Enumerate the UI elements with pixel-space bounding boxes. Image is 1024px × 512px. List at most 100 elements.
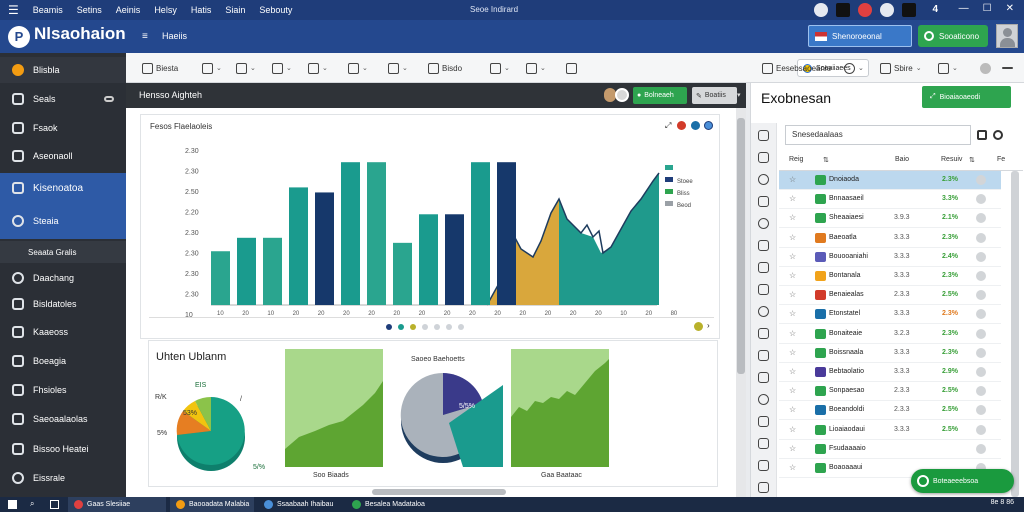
- horizontal-scrollbar[interactable]: [372, 489, 506, 495]
- toolbar-dropdown[interactable]: ⌄: [202, 59, 222, 77]
- toolbar-dropdown[interactable]: ⌄: [526, 59, 546, 77]
- notification-icon[interactable]: [858, 3, 872, 17]
- floating-action-button[interactable]: Boteaeeebsoa: [911, 469, 1014, 493]
- row-toggle[interactable]: [976, 290, 986, 301]
- task-view-icon[interactable]: [50, 500, 59, 509]
- toolbar-button[interactable]: [980, 59, 991, 77]
- scrollbar-thumb[interactable]: [737, 118, 745, 374]
- close-icon[interactable]: ✕: [1006, 3, 1014, 14]
- column-header[interactable]: Fe: [997, 156, 1005, 163]
- calendar-icon[interactable]: [758, 328, 769, 339]
- maximize-icon[interactable]: ☐: [983, 3, 992, 14]
- column-header[interactable]: Resuiv: [941, 156, 962, 163]
- search-icon[interactable]: [993, 130, 1003, 140]
- clock-icon[interactable]: [758, 174, 769, 185]
- sidebar-item-fsaok[interactable]: Fsaok: [0, 116, 126, 140]
- toolbar-button[interactable]: [1002, 59, 1013, 77]
- row-toggle[interactable]: [976, 405, 986, 416]
- grey-action-button[interactable]: ✎ Boatiis: [692, 87, 737, 104]
- star-icon[interactable]: ☆: [789, 213, 796, 222]
- star-icon[interactable]: ☆: [789, 271, 796, 280]
- column-header[interactable]: Reig: [789, 156, 803, 163]
- menu-item[interactable]: Hatis: [191, 5, 212, 15]
- tag-icon[interactable]: [758, 350, 769, 361]
- star-icon[interactable]: ☆: [789, 386, 796, 395]
- row-toggle[interactable]: [976, 367, 986, 377]
- chevron-down-icon[interactable]: ▾: [737, 91, 741, 99]
- toolbar-dropdown[interactable]: ⌄: [272, 59, 292, 77]
- menu-item[interactable]: Beamis: [33, 5, 63, 15]
- row-toggle[interactable]: [976, 213, 986, 224]
- hamburger-icon[interactable]: ☰: [8, 3, 19, 17]
- table-row[interactable]: ☆ Bontanala 3.3.3 2.3%: [779, 267, 1001, 286]
- sidebar-item-boeagia[interactable]: Boeagia: [0, 349, 126, 373]
- sidebar-item-aseonaoll[interactable]: Aseonaoll: [0, 144, 126, 168]
- toolbar-button[interactable]: Bisdo: [428, 59, 462, 77]
- carousel-dot[interactable]: [398, 324, 404, 330]
- taskbar-item[interactable]: Baooadata Malabia: [170, 497, 254, 512]
- star-icon[interactable]: ☆: [789, 329, 796, 338]
- folder-icon[interactable]: [758, 262, 769, 273]
- row-toggle[interactable]: [976, 271, 986, 281]
- toolbar-dropdown[interactable]: ⌄: [236, 59, 256, 77]
- sidebar-item-steaia[interactable]: Steaia: [0, 203, 126, 239]
- carousel-dots[interactable]: [386, 324, 464, 330]
- grid-icon[interactable]: [758, 152, 769, 163]
- table-row[interactable]: ☆ Etonstatel 3.3.3 2.3%: [779, 305, 1001, 325]
- settings-icon[interactable]: [758, 438, 769, 449]
- row-toggle[interactable]: [976, 386, 986, 397]
- toolbar-dropdown[interactable]: Sbire ⌄: [880, 59, 922, 77]
- toolbar-dropdown[interactable]: ⌄: [308, 59, 328, 77]
- status-icon[interactable]: [694, 322, 703, 331]
- sidebar-item-seals[interactable]: Seals: [0, 87, 126, 111]
- action-button[interactable]: Sooaticono: [918, 25, 988, 47]
- sidebar-item-bisldatoles[interactable]: Bisldatoles: [0, 292, 126, 316]
- sidebar-item-eissrale[interactable]: Eissrale: [0, 466, 126, 490]
- menu-item[interactable]: Helsy: [154, 5, 177, 15]
- sidebar-item-kisenoatoa[interactable]: Kisenoatoa: [0, 173, 126, 203]
- filter-icon[interactable]: [977, 130, 987, 140]
- row-toggle[interactable]: [976, 443, 986, 454]
- row-toggle[interactable]: [976, 328, 986, 339]
- row-toggle[interactable]: [976, 194, 986, 205]
- lock-icon[interactable]: [758, 460, 769, 471]
- row-toggle[interactable]: [976, 347, 986, 358]
- table-row[interactable]: ☆ Sonpaesao 2.3.3 2.5%: [779, 382, 1001, 402]
- toolbar-dropdown[interactable]: ⌄: [490, 59, 510, 77]
- table-row[interactable]: ☆ Boissnaala 3.3.3 2.3%: [779, 344, 1001, 363]
- image-icon[interactable]: [758, 240, 769, 251]
- mail-icon[interactable]: [758, 372, 769, 383]
- carousel-dot[interactable]: [434, 324, 440, 330]
- list-icon[interactable]: [758, 196, 769, 207]
- globe-icon[interactable]: [758, 218, 769, 229]
- table-row[interactable]: ☆ Bonaiteaie 3.2.3 2.3%: [779, 325, 1001, 344]
- mail-icon[interactable]: [836, 3, 850, 17]
- share-icon[interactable]: [758, 394, 769, 405]
- avatar[interactable]: [996, 24, 1018, 48]
- star-icon[interactable]: ☆: [789, 290, 796, 299]
- star-icon[interactable]: ☆: [789, 309, 796, 318]
- sidebar-item-saeoaalaolas[interactable]: Saeoaalaolas: [0, 407, 126, 431]
- green-action-button[interactable]: ● Bolneaeh: [633, 87, 687, 104]
- table-row[interactable]: ☆ Benaiealas 2.3.3 2.5%: [779, 286, 1001, 306]
- menu-item[interactable]: Siain: [225, 5, 245, 15]
- star-icon[interactable]: ☆: [789, 405, 796, 414]
- table-row[interactable]: ☆ Lioaiaodaui 3.3.3 2.5%: [779, 421, 1001, 440]
- toolbar-dropdown[interactable]: ⌄: [938, 59, 958, 77]
- star-icon[interactable]: ☆: [789, 367, 796, 376]
- scrollbar-thumb[interactable]: [1011, 171, 1019, 497]
- search-icon[interactable]: ⌕: [30, 499, 34, 509]
- search-input[interactable]: Snesedaalaas: [785, 125, 971, 145]
- taskbar-item[interactable]: Besalea Madataloa: [346, 497, 432, 512]
- region-button[interactable]: Shenoroeonal: [808, 25, 912, 47]
- box-icon[interactable]: [758, 416, 769, 427]
- toolbar-button[interactable]: [566, 59, 577, 77]
- sort-icon[interactable]: ⇅: [969, 156, 975, 164]
- star-icon[interactable]: ☆: [789, 194, 796, 203]
- star-icon[interactable]: ☆: [789, 444, 796, 453]
- help-icon[interactable]: [880, 3, 894, 17]
- toolbar-button[interactable]: Eesebsaoeanie: [762, 59, 831, 77]
- table-row[interactable]: ☆ Baeoatla 3.3.3 2.3%: [779, 229, 1001, 248]
- row-toggle[interactable]: [976, 175, 986, 185]
- table-row[interactable]: ☆ Bouooaniahi 3.3.3 2.4%: [779, 248, 1001, 267]
